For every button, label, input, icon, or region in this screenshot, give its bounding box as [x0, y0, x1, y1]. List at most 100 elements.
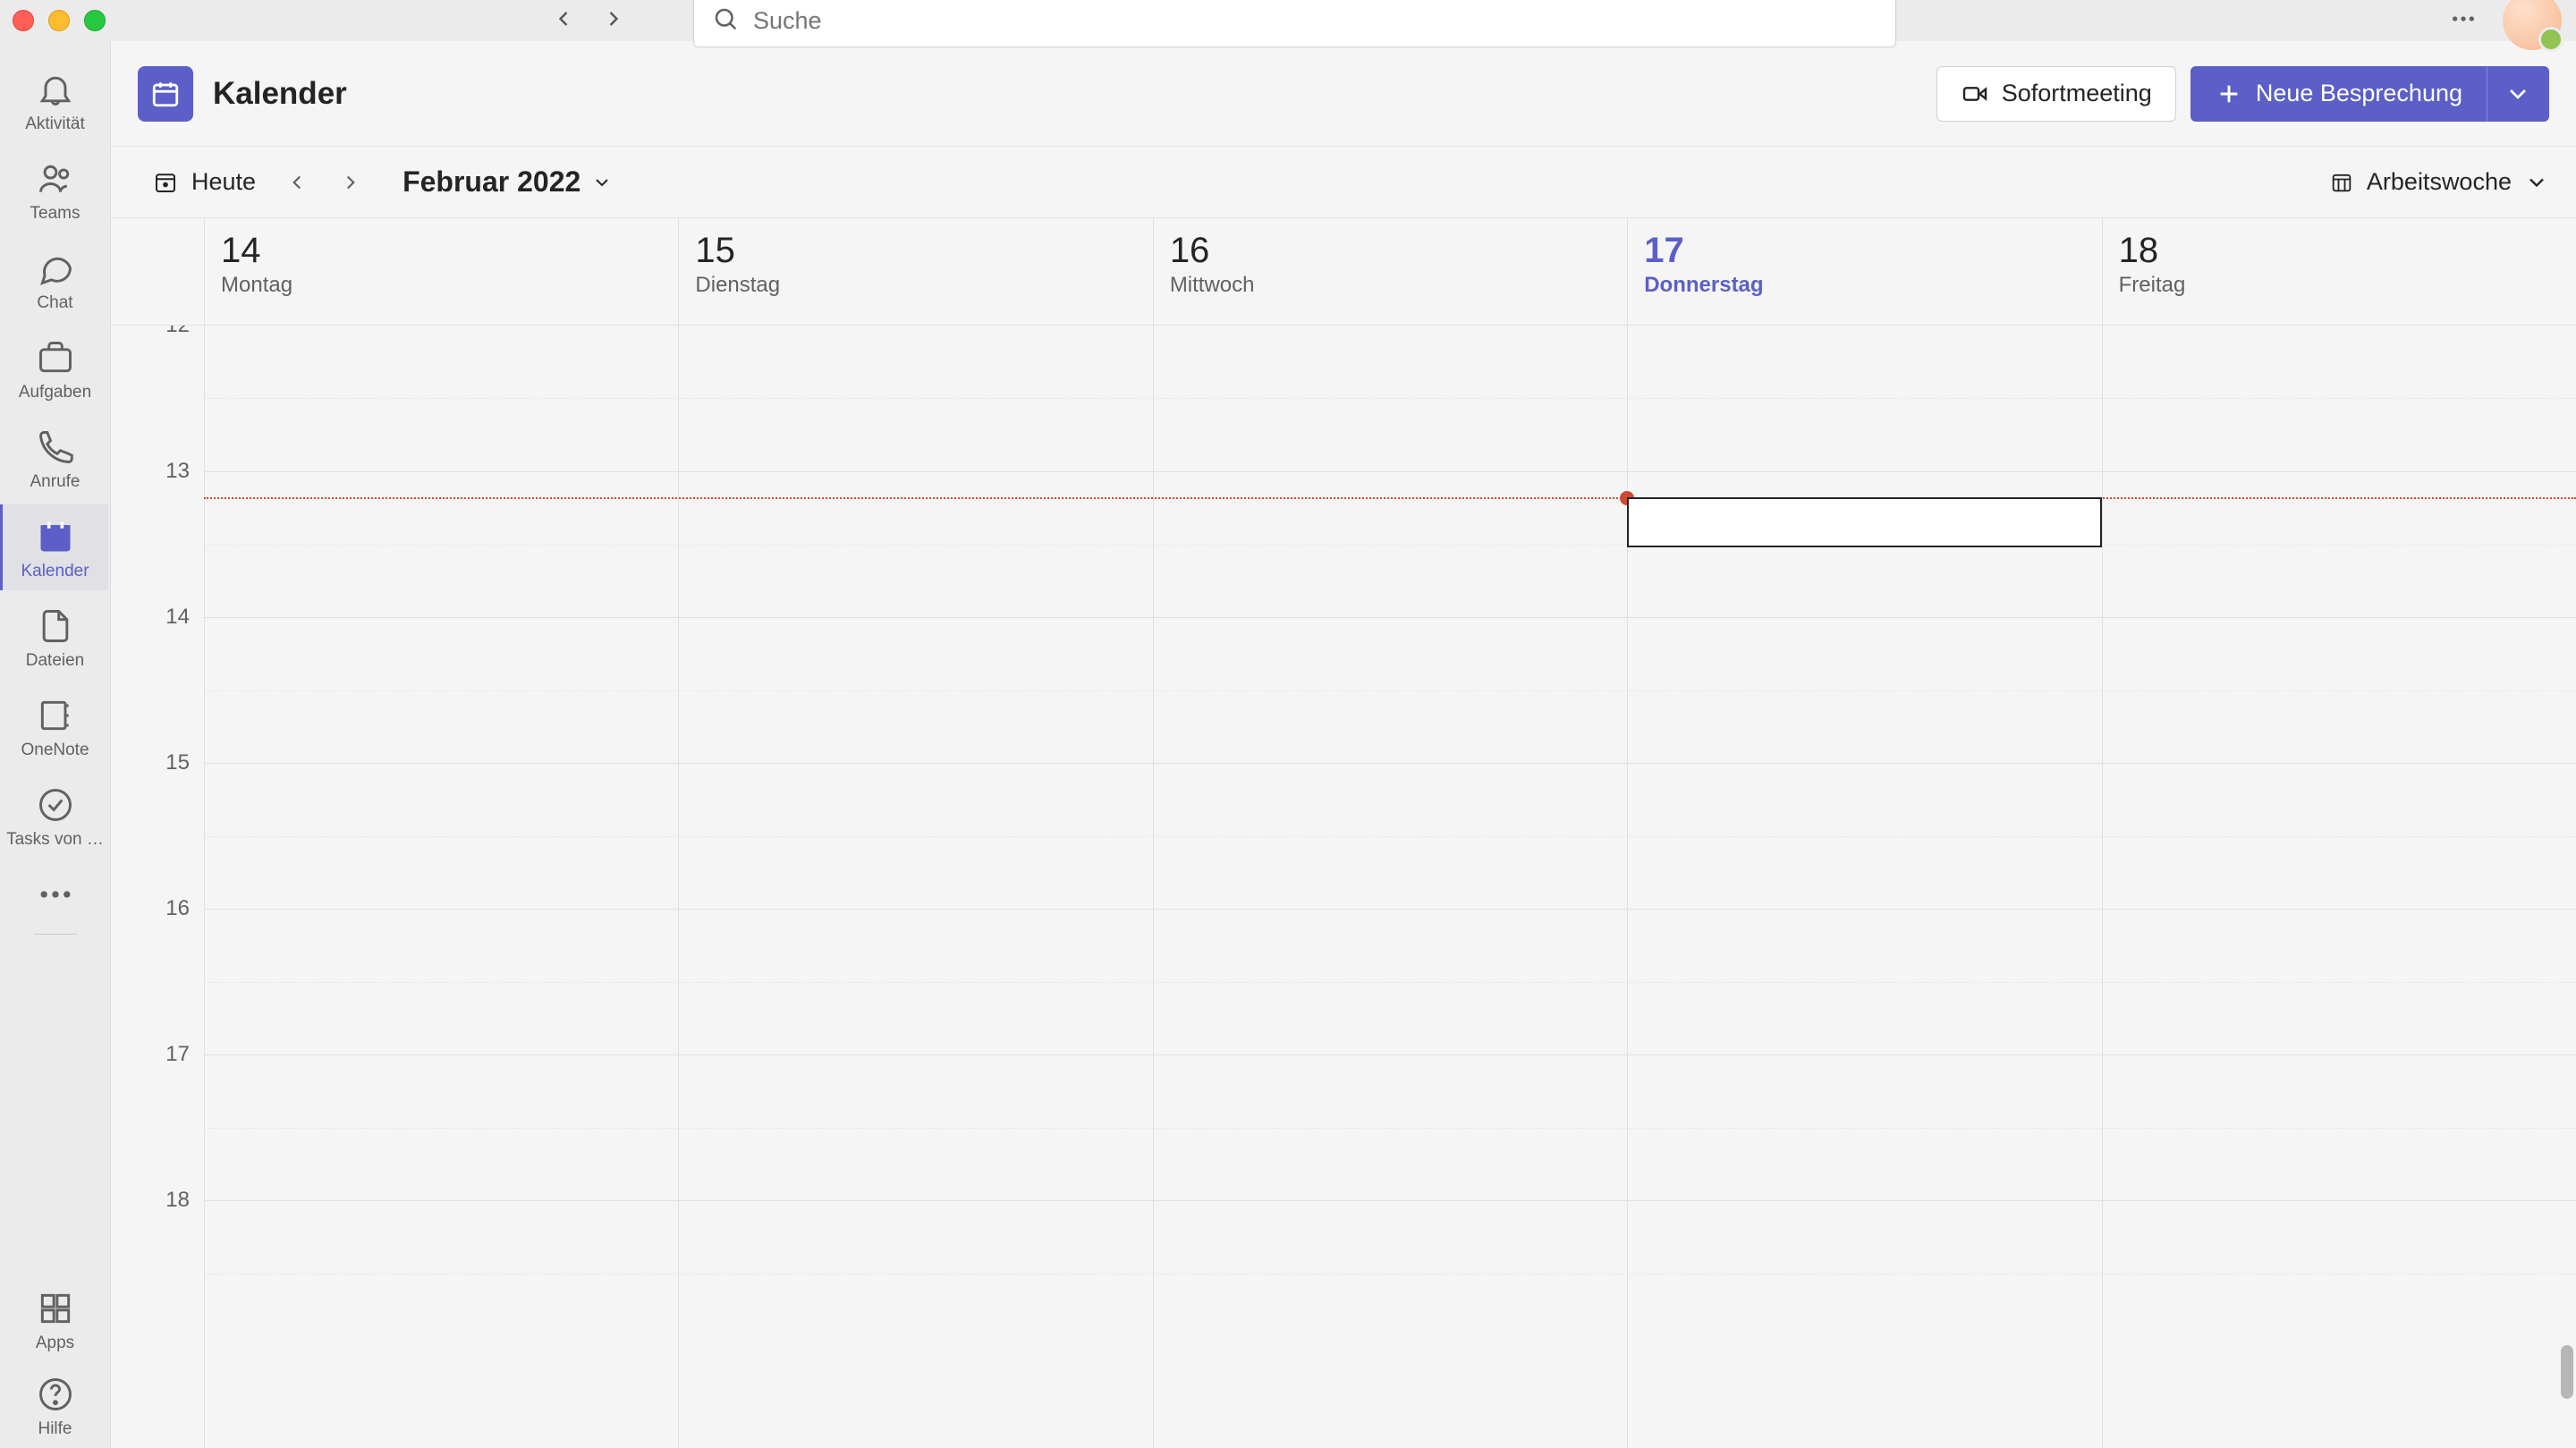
rail-separator [34, 934, 77, 935]
more-icon[interactable] [2449, 4, 2478, 38]
rail-files[interactable]: Dateien [0, 594, 110, 680]
prev-week-button[interactable] [274, 159, 320, 206]
search-input[interactable] [753, 7, 1877, 35]
calendar-icon [36, 517, 75, 556]
day-header[interactable]: 16Mittwoch [1153, 218, 1627, 325]
calendar-grid[interactable]: 12131415161718 [111, 326, 2576, 1448]
day-number: 14 [221, 231, 678, 271]
now-indicator [204, 497, 2576, 499]
rail-planner[interactable]: Tasks von … [0, 773, 110, 859]
hour-label: 12 [111, 326, 204, 459]
hour-label: 17 [111, 1042, 204, 1188]
day-number: 18 [2119, 231, 2576, 271]
day-header[interactable]: 15Dienstag [678, 218, 1152, 325]
day-header[interactable]: 18Freitag [2102, 218, 2576, 325]
rail-label: Tasks von … [6, 830, 104, 850]
today-label: Heute [191, 168, 256, 196]
rail-help[interactable]: Hilfe [0, 1362, 110, 1448]
day-name: Mittwoch [1170, 273, 1627, 298]
page-header: Kalender Sofortmeeting Neue Besprechung [111, 41, 2576, 147]
app-rail: Aktivität Teams Chat Aufgaben Anrufe Kal… [0, 41, 111, 1448]
rail-chat[interactable]: Chat [0, 236, 110, 322]
calendar-tile-icon [138, 66, 193, 122]
hour-label: 14 [111, 605, 204, 750]
selected-slot[interactable] [1627, 497, 2101, 546]
meet-now-label: Sofortmeeting [2002, 80, 2152, 107]
rail-activity[interactable]: Aktivität [0, 57, 110, 143]
rail-label: Hilfe [38, 1419, 72, 1439]
rail-label: Apps [36, 1334, 74, 1353]
apps-icon [36, 1289, 75, 1328]
new-meeting-button[interactable]: Neue Besprechung [2190, 66, 2487, 122]
page-title: Kalender [213, 76, 347, 112]
day-column[interactable] [1153, 326, 1627, 1448]
rail-label: Anrufe [30, 472, 80, 492]
day-column[interactable] [1627, 326, 2101, 1448]
rail-calls[interactable]: Anrufe [0, 415, 110, 501]
meet-now-button[interactable]: Sofortmeeting [1936, 66, 2176, 122]
rail-teams[interactable]: Teams [0, 147, 110, 233]
topbar-right [2449, 0, 2562, 50]
briefcase-icon [36, 338, 75, 377]
next-week-button[interactable] [327, 159, 374, 206]
hour-label: 15 [111, 750, 204, 896]
day-column[interactable] [2102, 326, 2576, 1448]
history-nav [551, 6, 626, 36]
phone-icon [36, 428, 75, 467]
rail-label: Kalender [21, 562, 89, 581]
forward-icon[interactable] [601, 6, 626, 36]
search-icon [712, 5, 739, 37]
chevron-down-icon [591, 172, 613, 193]
minimize-window-dot[interactable] [48, 10, 70, 31]
calendar-toolbar: Heute Februar 2022 Arbeitswoche [111, 147, 2576, 218]
day-header[interactable]: 14Montag [204, 218, 678, 325]
main-pane: Kalender Sofortmeeting Neue Besprechung [111, 41, 2576, 1448]
chevron-right-icon [339, 171, 362, 194]
day-number: 16 [1170, 231, 1627, 271]
search-box[interactable] [693, 0, 1896, 47]
avatar[interactable] [2503, 0, 2562, 50]
day-column[interactable] [204, 326, 678, 1448]
back-icon[interactable] [551, 6, 576, 36]
onenote-icon [36, 696, 75, 735]
day-column[interactable] [678, 326, 1152, 1448]
rail-label: Dateien [26, 651, 85, 671]
chevron-down-icon [2524, 170, 2549, 195]
rail-onenote[interactable]: OneNote [0, 683, 110, 769]
day-header-row: 14Montag15Dienstag16Mittwoch17Donnerstag… [111, 218, 2576, 326]
time-column: 12131415161718 [111, 326, 204, 1448]
rail-label: Aktivität [25, 114, 85, 134]
rail-tasks[interactable]: Aufgaben [0, 326, 110, 411]
chat-icon [36, 249, 75, 288]
close-window-dot[interactable] [13, 10, 34, 31]
rail-label: Teams [30, 204, 80, 224]
month-picker[interactable]: Februar 2022 [402, 165, 613, 199]
rail-label: Chat [37, 293, 72, 313]
new-meeting-label: Neue Besprechung [2256, 80, 2462, 107]
help-icon [36, 1375, 75, 1414]
window-controls [13, 10, 106, 31]
rail-more[interactable] [0, 862, 110, 923]
chevron-down-icon [2504, 80, 2532, 108]
view-label: Arbeitswoche [2367, 168, 2512, 196]
maximize-window-dot[interactable] [84, 10, 106, 31]
titlebar [0, 0, 2576, 41]
calendar-today-icon [152, 169, 179, 196]
view-picker[interactable]: Arbeitswoche [2329, 168, 2549, 196]
rail-apps[interactable]: Apps [0, 1276, 110, 1362]
new-meeting-dropdown[interactable] [2487, 66, 2549, 122]
day-number: 17 [1644, 231, 2101, 271]
rail-label: Aufgaben [19, 383, 91, 402]
video-icon [1961, 80, 1989, 108]
day-header[interactable]: 17Donnerstag [1627, 218, 2101, 325]
file-icon [36, 606, 75, 646]
hour-label: 16 [111, 896, 204, 1042]
bell-icon [36, 70, 75, 109]
today-button[interactable]: Heute [138, 161, 270, 203]
rail-calendar[interactable]: Kalender [0, 504, 108, 590]
day-name: Freitag [2119, 273, 2576, 298]
day-number: 15 [695, 231, 1152, 271]
scrollbar-thumb[interactable] [2561, 1345, 2573, 1399]
month-label: Februar 2022 [402, 165, 580, 199]
people-icon [36, 159, 75, 199]
